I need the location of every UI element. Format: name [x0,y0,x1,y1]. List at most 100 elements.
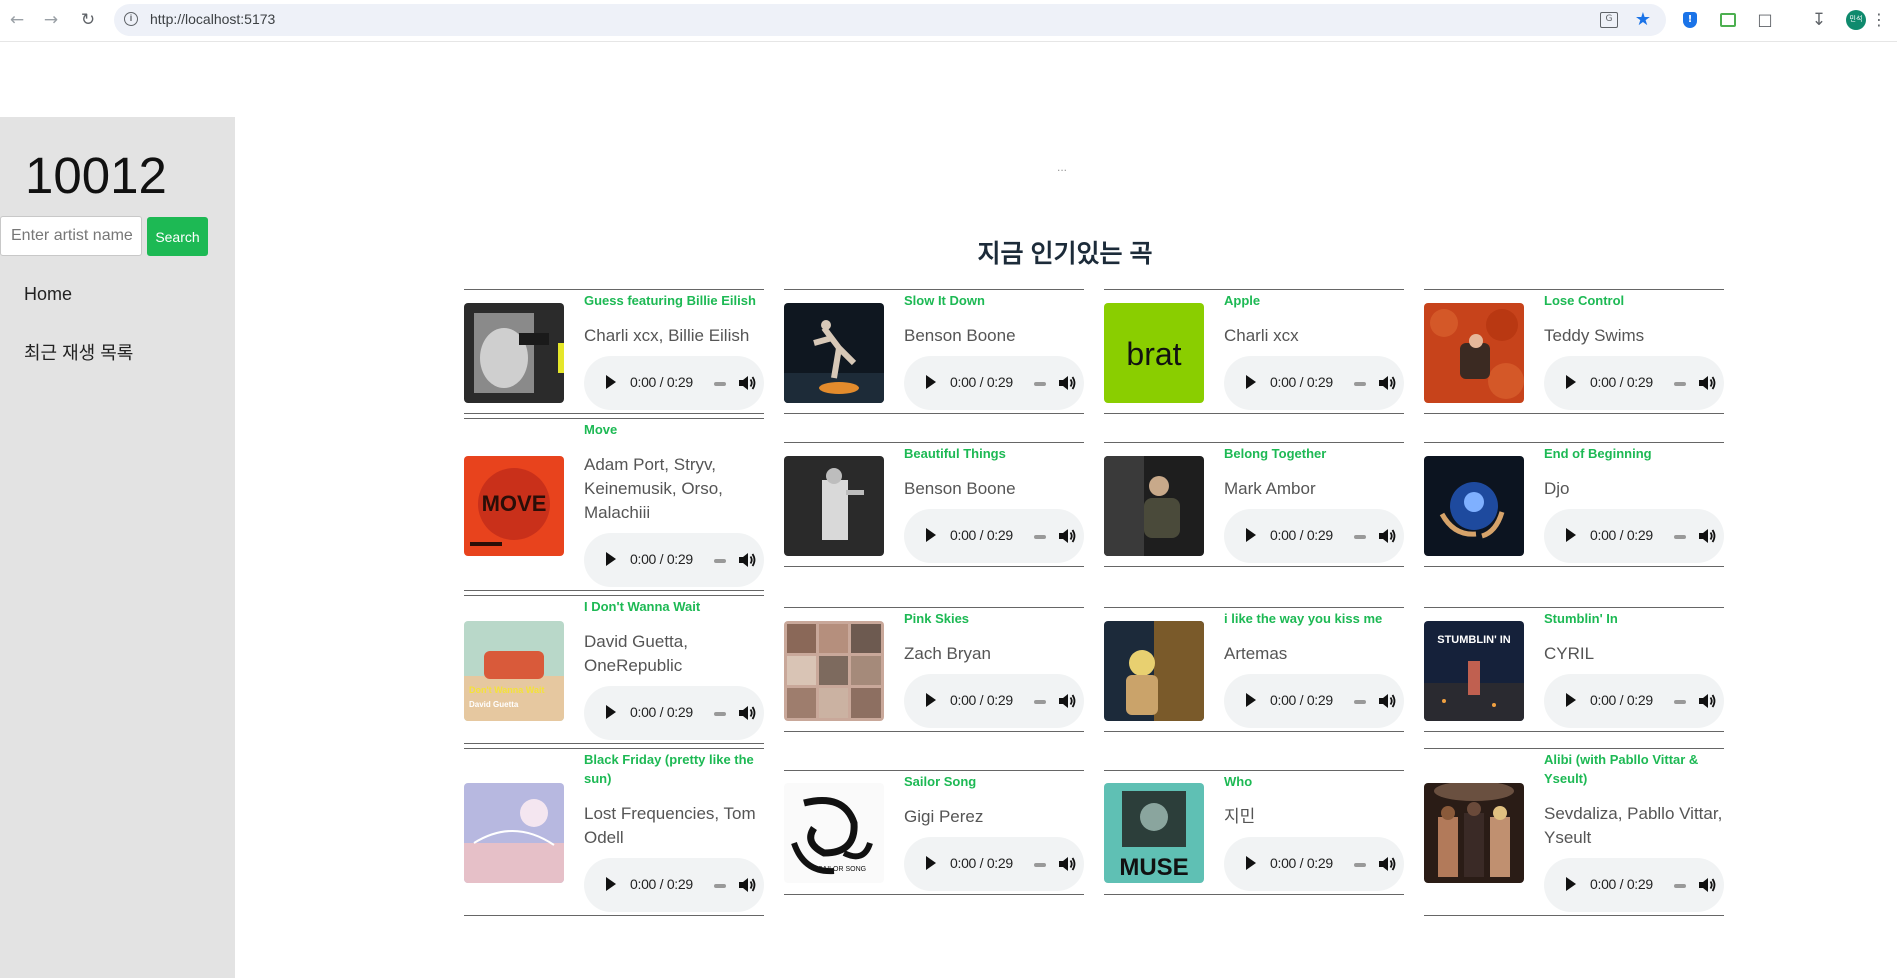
volume-icon[interactable] [1697,373,1717,393]
track-card: Pink Skies Zach Bryan 0:00 / 0:29 [784,607,1084,732]
play-icon[interactable] [1566,375,1576,389]
play-icon[interactable] [1566,528,1576,542]
progress-slider[interactable] [1034,535,1046,539]
nav-recent-plays[interactable]: 최근 재생 목록 [24,339,133,365]
audio-player[interactable]: 0:00 / 0:29 [1544,858,1724,912]
volume-icon[interactable] [1697,691,1717,711]
volume-icon[interactable] [1377,854,1397,874]
forward-icon[interactable]: → [40,9,62,31]
progress-slider[interactable] [1034,862,1046,867]
progress-slider[interactable] [714,884,726,888]
play-icon[interactable] [926,528,936,542]
album-cover [784,620,884,721]
volume-icon[interactable] [737,550,757,570]
song-title: Apple [1224,293,1261,308]
audio-player[interactable]: 0:00 / 0:29 [904,356,1084,410]
play-icon[interactable] [1566,693,1576,707]
progress-slider[interactable] [1354,535,1366,539]
progress-slider[interactable] [1674,382,1686,386]
bookmark-star-icon[interactable]: ★ [1632,9,1654,31]
play-icon[interactable] [606,552,616,566]
progress-slider[interactable] [1354,862,1366,867]
audio-player[interactable]: 0:00 / 0:29 [1544,674,1724,728]
svg-text:brat: brat [1126,336,1181,372]
audio-player[interactable]: 0:00 / 0:29 [584,533,764,587]
song-title: Who [1224,773,1253,789]
progress-slider[interactable] [1674,884,1686,888]
progress-slider[interactable] [714,559,726,563]
search-button[interactable]: Search [147,217,208,256]
back-icon[interactable]: ← [6,9,28,31]
play-icon[interactable] [1246,693,1256,707]
play-icon[interactable] [1246,528,1256,542]
audio-player[interactable]: 0:00 / 0:29 [904,509,1084,563]
artist-name: Benson Boone [904,479,1016,498]
audio-player[interactable]: 0:00 / 0:29 [1544,509,1724,563]
volume-icon[interactable] [1057,854,1077,874]
progress-slider[interactable] [1354,382,1366,386]
song-title: Lose Control [1544,293,1625,308]
extension-icon[interactable] [1720,13,1736,27]
download-icon[interactable]: ↧ [1808,9,1830,31]
audio-player[interactable]: 0:00 / 0:29 [904,836,1084,891]
audio-player[interactable]: 0:00 / 0:29 [584,356,764,410]
play-icon[interactable] [926,855,936,870]
progress-slider[interactable] [1034,382,1046,386]
track-card: Slow It Down Benson Boone 0:00 / 0:29 [784,289,1084,414]
audio-player[interactable]: 0:00 / 0:29 [1224,674,1404,728]
audio-player[interactable]: 0:00 / 0:29 [1544,356,1724,410]
audio-player[interactable]: 0:00 / 0:29 [1224,509,1404,563]
search-input[interactable] [0,216,142,256]
volume-icon[interactable] [1377,373,1397,393]
volume-icon[interactable] [1377,526,1397,546]
volume-icon[interactable] [1697,875,1717,895]
audio-player[interactable]: 0:00 / 0:29 [1224,356,1404,410]
play-icon[interactable] [606,877,616,891]
progress-slider[interactable] [1674,700,1686,704]
play-icon[interactable] [606,375,616,389]
audio-player[interactable]: 0:00 / 0:29 [904,674,1084,728]
puzzle-extension-icon[interactable]: □ [1754,9,1776,31]
play-icon[interactable] [926,693,936,707]
play-icon[interactable] [1246,375,1256,389]
info-icon[interactable]: i [124,12,138,26]
volume-icon[interactable] [737,875,757,895]
time-display: 0:00 / 0:29 [1270,374,1333,390]
progress-slider[interactable] [1034,700,1046,704]
reload-icon[interactable]: ↻ [77,9,99,31]
shield-extension-icon[interactable]: ! [1683,12,1697,28]
artist-name: Mark Ambor [1224,479,1316,498]
play-icon[interactable] [926,375,936,389]
time-display: 0:00 / 0:29 [950,374,1013,390]
sidebar: 10012 Search Home 최근 재생 목록 [0,117,235,978]
volume-icon[interactable] [737,703,757,723]
play-icon[interactable] [606,705,616,719]
album-cover: Don't Wanna Wait David Guetta [464,620,564,721]
track-card: Alibi (with Pabllo Vittar & Yseult) Sevd… [1424,748,1724,916]
time-display: 0:00 / 0:29 [630,704,693,720]
volume-icon[interactable] [1377,691,1397,711]
volume-icon[interactable] [1057,373,1077,393]
time-display: 0:00 / 0:29 [1270,854,1333,871]
progress-slider[interactable] [714,712,726,716]
time-display: 0:00 / 0:29 [1590,692,1653,708]
menu-icon[interactable]: ⋮ [1868,9,1890,31]
url-text[interactable]: http://localhost:5173 [150,11,275,27]
progress-slider[interactable] [1354,700,1366,704]
profile-avatar[interactable]: 민석 [1846,10,1866,30]
play-icon[interactable] [1566,877,1576,891]
nav-home[interactable]: Home [24,284,72,305]
volume-icon[interactable] [1057,526,1077,546]
progress-slider[interactable] [714,382,726,386]
audio-player[interactable]: 0:00 / 0:29 [1224,836,1404,891]
song-title: Slow It Down [904,293,985,308]
audio-player[interactable]: 0:00 / 0:29 [584,686,764,740]
audio-player[interactable]: 0:00 / 0:29 [584,858,764,912]
play-icon[interactable] [1246,855,1256,870]
volume-icon[interactable] [1697,526,1717,546]
volume-icon[interactable] [1057,691,1077,711]
translate-icon[interactable]: G [1600,12,1618,28]
volume-icon[interactable] [737,373,757,393]
address-bar[interactable] [114,4,1666,36]
progress-slider[interactable] [1674,535,1686,539]
